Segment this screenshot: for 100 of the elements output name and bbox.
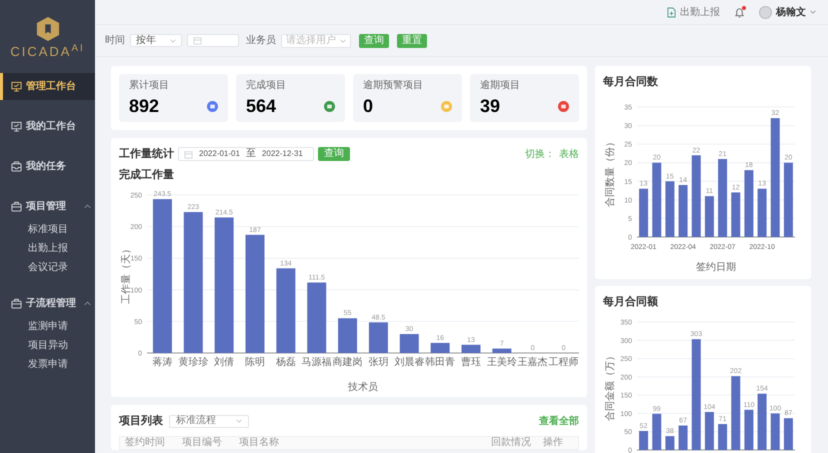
sidebar-item-label: 项目管理 (26, 200, 67, 214)
x-tick-label: 韩田青 (425, 357, 456, 368)
stat-value: 0 (363, 97, 374, 115)
bar (744, 170, 754, 236)
chevron-icon (170, 38, 176, 42)
sidebar-subitem[interactable]: 项目异动 (0, 336, 95, 355)
chevron-icon (236, 419, 242, 424)
column-header: 操作 (543, 438, 564, 448)
x-tick-label: 刘倩 (214, 357, 234, 368)
sidebar-subitem[interactable]: 出勤上报 (0, 239, 95, 258)
sidebar-item[interactable]: 管理工作台 (0, 73, 95, 100)
chevron-icon (810, 10, 816, 14)
date-from: 2022-01-01 (199, 150, 240, 158)
x-axis-title: 技术员 (348, 382, 378, 393)
calendar-icon (184, 150, 193, 159)
time-label: 时间 (105, 34, 125, 48)
x-tick-label: 蒋涛 (152, 357, 172, 368)
stat-value: 892 (129, 97, 160, 115)
briefcase-icon (11, 298, 22, 309)
sidebar-subitem[interactable]: 监测申请 (0, 317, 95, 336)
bar (307, 282, 326, 353)
bar (639, 430, 648, 450)
date-to: 2022-12-31 (262, 150, 303, 158)
chevron-icon (84, 301, 91, 306)
logo-icon (36, 16, 60, 42)
sidebar-subitem[interactable]: 发票申请 (0, 355, 95, 374)
y-axis-title: 工作量（天） (121, 244, 132, 304)
bar (770, 413, 780, 450)
stat-label: 逾期预警项目 (363, 81, 424, 91)
x-tick-label: 刘晨睿 (394, 357, 424, 368)
bar (678, 426, 688, 450)
logo-text: CICADA$^{AI}$ (10, 44, 85, 58)
bar (639, 188, 648, 236)
monitor-icon (11, 81, 22, 92)
chart-title: 完成工作量 (119, 168, 175, 182)
period-select[interactable]: 按年 (130, 34, 182, 47)
x-tick-label: 杨磊 (276, 357, 296, 368)
x-tick-label: 曹珏 (461, 357, 481, 368)
bar (758, 188, 767, 236)
bar (665, 180, 674, 236)
staff-label: 业务员 (246, 34, 276, 48)
bar (758, 394, 767, 450)
switch-label: 切换： (525, 148, 555, 162)
bar (368, 322, 388, 353)
sidebar-item[interactable]: 项目管理 (0, 193, 95, 220)
chart-title: 每月合同数 (603, 74, 659, 90)
sidebar-item[interactable]: 我的任务 (0, 153, 95, 180)
bar (665, 436, 674, 450)
bar (338, 318, 358, 353)
sidebar-item-label: 管理工作台 (26, 80, 77, 94)
bar (678, 184, 688, 236)
x-tick-label: 张玥 (368, 357, 388, 368)
x-tick-label: 马源福 (302, 357, 332, 368)
sidebar-item-label: 我的工作台 (26, 120, 77, 134)
calendar-icon (193, 36, 202, 45)
document-add-icon (667, 6, 676, 18)
chart-title: 每月合同额 (603, 294, 659, 310)
stat-label: 完成项目 (246, 81, 287, 91)
date-field[interactable] (187, 34, 239, 47)
sidebar-item-label: 子流程管理 (26, 296, 77, 311)
sidebar-subitem[interactable]: 标准项目 (0, 220, 95, 239)
bar (430, 342, 450, 353)
y-axis-title: 合同金额（万） (605, 351, 616, 421)
x-tick-label: 王嘉杰 (518, 357, 548, 368)
x-axis-title: 签约日期 (696, 262, 736, 272)
briefcase-icon (11, 201, 22, 212)
monitor-icon (11, 121, 22, 132)
stat-label: 累计项目 (129, 81, 170, 91)
bar (652, 414, 662, 450)
user-name[interactable]: 杨翰文 (776, 4, 806, 20)
x-tick-label: 商建岗 (332, 357, 363, 368)
x-tick-label: 王美玲 (486, 357, 517, 368)
bar (744, 410, 754, 450)
x-tick-label: 陈明 (245, 357, 265, 368)
inbox-icon (11, 161, 22, 172)
stat-value: 564 (246, 97, 276, 115)
sidebar-item-label: 我的任务 (26, 160, 67, 174)
x-tick-label: 工程师 (548, 357, 579, 368)
bar (784, 418, 793, 450)
sidebar-subitem[interactable]: 会议记录 (0, 258, 95, 277)
stat-value: 39 (480, 97, 500, 115)
bar (492, 348, 512, 353)
column-header: 项目编号 (182, 438, 223, 448)
sidebar-item[interactable]: 子流程管理 (0, 290, 95, 317)
date-range-field[interactable]: 2022-01-01 至 2022-12-31 (178, 147, 314, 162)
sidebar-item[interactable]: 我的工作台 (0, 113, 95, 140)
attendance-report-link[interactable]: 出勤上报 (667, 4, 720, 20)
bar (400, 334, 419, 353)
panel-title: 项目列表 (119, 414, 163, 429)
process-select[interactable]: 标准流程 (169, 414, 249, 428)
column-header: 签约时间 (125, 438, 166, 448)
bar (731, 192, 740, 236)
bar (704, 196, 714, 236)
x-tick-label: 黄珍珍 (178, 357, 208, 368)
panel-title: 工作量统计 (119, 146, 174, 162)
y-axis-title: 合同数量（份） (605, 136, 616, 206)
avatar[interactable] (759, 6, 772, 18)
bar (704, 412, 714, 450)
bell-icon[interactable] (734, 6, 745, 18)
column-header: 回款情况 (491, 438, 532, 448)
